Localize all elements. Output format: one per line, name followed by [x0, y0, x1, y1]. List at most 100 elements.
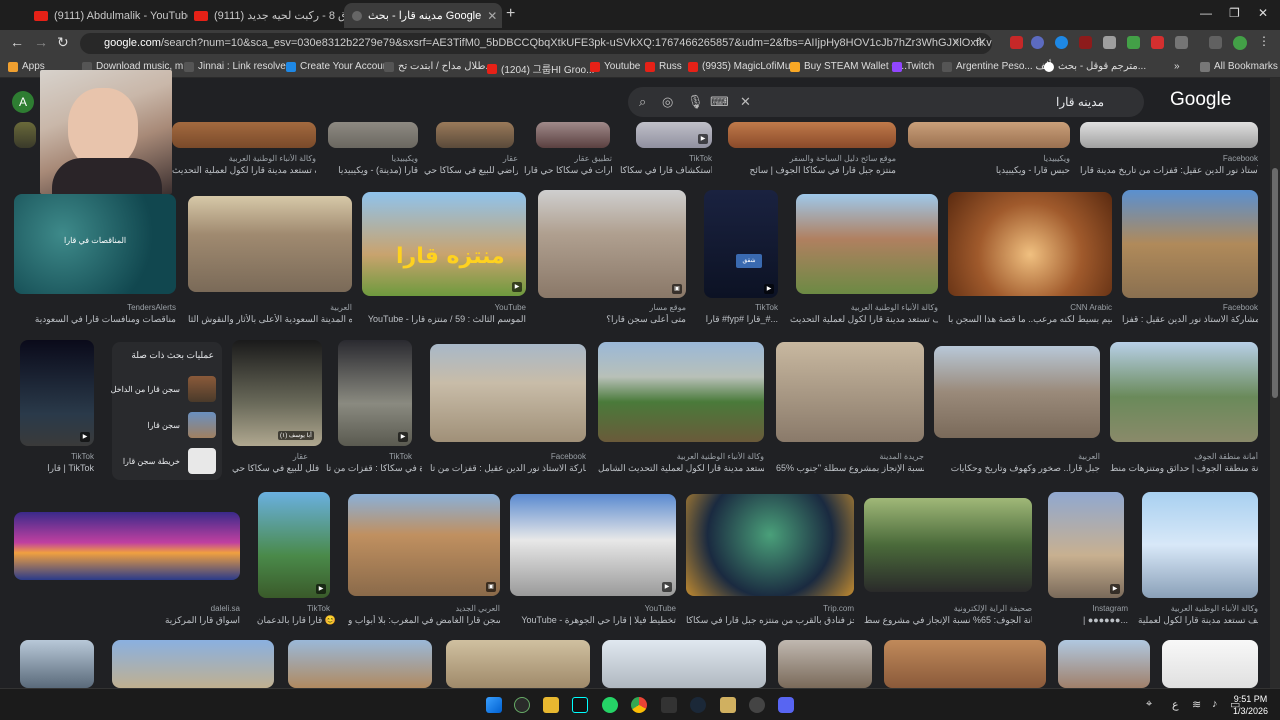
- result-title[interactable]: منتزه جبل قارا في سكاكا الجوف | سائح: [728, 165, 896, 176]
- scrollbar-thumb[interactable]: [1272, 168, 1278, 398]
- result-title[interactable]: أمانة الجوف: 65% نسبة الإنجاز في مشروع س…: [864, 615, 1032, 626]
- image-result[interactable]: ▶: [1048, 492, 1124, 598]
- related-search-item[interactable]: سجن قارا من الداخل: [111, 376, 216, 402]
- result-title[interactable]: قارا | TikTok: [14, 463, 94, 474]
- microphone-icon[interactable]: 🎙: [687, 94, 704, 110]
- image-result[interactable]: [1080, 122, 1258, 148]
- result-title[interactable]: استكشاف قارا في سكاكا ...: [620, 165, 712, 176]
- image-result[interactable]: [536, 122, 610, 148]
- tab-google-search[interactable]: مدينه قارا - بحث Google ✕: [344, 3, 502, 28]
- image-result[interactable]: شقق ▶: [704, 190, 778, 298]
- all-bookmarks[interactable]: All Bookmarks: [1200, 61, 1278, 72]
- image-result[interactable]: [884, 640, 1046, 688]
- result-title[interactable]: قارا #fyp# قارا_#...: [700, 314, 778, 325]
- related-search-item[interactable]: سجن قارا: [118, 412, 216, 438]
- image-result[interactable]: [602, 640, 766, 688]
- search-icon[interactable]: ⌕: [639, 94, 646, 110]
- image-result[interactable]: ▣: [348, 494, 500, 596]
- image-result[interactable]: المناقصات في قارا: [14, 194, 176, 294]
- bookmark-item[interactable]: Twitch: [892, 61, 934, 72]
- bookmark-item[interactable]: Argentine Peso... ألف: [942, 61, 1052, 72]
- image-result[interactable]: [686, 494, 854, 596]
- browser-menu-icon[interactable]: ⋮: [1258, 34, 1270, 48]
- terminal-icon[interactable]: [661, 697, 677, 713]
- tiktok-icon[interactable]: [572, 697, 588, 713]
- image-result[interactable]: [188, 196, 352, 292]
- image-result[interactable]: [778, 640, 872, 688]
- image-result[interactable]: [1058, 640, 1150, 688]
- image-result[interactable]: ▶: [258, 492, 330, 598]
- image-result[interactable]: ▣: [538, 190, 686, 298]
- result-title[interactable]: أمانة منطقة الجوف | حدائق ومتنزهات منط..…: [1110, 463, 1258, 474]
- result-title[interactable]: فلل للبيع في سكاكا حي ...: [232, 463, 322, 474]
- close-tab-icon[interactable]: ✕: [481, 9, 497, 23]
- image-result[interactable]: [864, 498, 1032, 592]
- google-logo[interactable]: Google: [1170, 89, 1231, 111]
- result-title[interactable]: سجن قارا الغامض في المغرب: بلا أبواب و..…: [348, 615, 500, 626]
- search-icon[interactable]: ⌕: [953, 34, 960, 49]
- image-result[interactable]: [112, 640, 274, 688]
- image-result[interactable]: [776, 342, 924, 442]
- result-title[interactable]: YouTube - الموسم الثالث : 59 / منتزه قار…: [362, 314, 526, 325]
- tab-youtube-abdulmalik[interactable]: (9111) Abdulmalik - YouTube ✕: [26, 3, 188, 28]
- bookmark-item[interactable]: Jinnai : Link resolver...: [184, 61, 297, 72]
- extension-icon[interactable]: [1103, 36, 1116, 49]
- image-result[interactable]: ▶: [338, 340, 412, 446]
- bookmark-item[interactable]: مترجم قوقل - بحث...: [1044, 61, 1146, 72]
- image-result[interactable]: [1110, 342, 1258, 442]
- url-input[interactable]: google.com/search?num=10&sca_esv=030e831…: [80, 33, 992, 54]
- result-title[interactable]: كيف تستعد مدينة قارا لكول لعملية التحديث…: [172, 165, 316, 176]
- wifi-icon[interactable]: ≋: [1192, 698, 1201, 711]
- result-title[interactable]: متى أعلى سجن قارا؟: [538, 314, 686, 325]
- app-icon[interactable]: [720, 697, 736, 713]
- page-scrollbar[interactable]: [1270, 78, 1280, 688]
- image-result[interactable]: [1162, 640, 1258, 688]
- bookmark-star-icon[interactable]: ☆: [974, 34, 986, 50]
- lens-icon[interactable]: ◎: [662, 94, 673, 110]
- extension-icon[interactable]: [1079, 36, 1092, 49]
- app-icon[interactable]: [514, 697, 530, 713]
- bookmark-item[interactable]: Youtube: [590, 61, 640, 72]
- image-result[interactable]: [14, 122, 36, 148]
- maximize-icon[interactable]: ❐: [1229, 6, 1240, 20]
- close-window-icon[interactable]: ✕: [1258, 6, 1268, 20]
- clear-icon[interactable]: ✕: [740, 94, 751, 110]
- system-clock[interactable]: 9:51 PM 1/3/2026: [1233, 693, 1268, 717]
- discord-icon[interactable]: [778, 697, 794, 713]
- image-result[interactable]: [796, 194, 938, 294]
- result-title[interactable]: الأستاذ نور الدين عقيل: قفزات من تاريخ م…: [1080, 165, 1258, 176]
- image-result[interactable]: [328, 122, 418, 148]
- location-icon[interactable]: ⌖: [1146, 698, 1152, 711]
- extension-icon[interactable]: [1151, 36, 1164, 49]
- image-result[interactable]: [1142, 492, 1258, 598]
- bookmark-item[interactable]: (9935) MagicLofiMu...: [688, 61, 799, 72]
- app-icon[interactable]: [749, 697, 765, 713]
- extension-icon[interactable]: [1031, 36, 1044, 49]
- image-result[interactable]: [908, 122, 1070, 148]
- result-title[interactable]: احجز فنادق بالقرب من منتزه جبل قارا في س…: [686, 615, 854, 626]
- image-result[interactable]: [446, 640, 590, 688]
- result-title[interactable]: هذه المدينة السعودية الأعلى بالأثار والن…: [188, 314, 352, 325]
- result-title[interactable]: مشاركة الاستاذ نور الدين عقيل : قفزات من…: [430, 463, 586, 474]
- result-title[interactable]: جبل قارا.. صخور وكهوف وتاريخ وحكايات: [934, 463, 1100, 474]
- image-result[interactable]: ▶: [510, 494, 676, 596]
- keyboard-icon[interactable]: ⌨: [710, 94, 729, 110]
- start-icon[interactable]: [486, 697, 502, 713]
- image-result[interactable]: [934, 346, 1100, 438]
- media-control-icon[interactable]: [1209, 36, 1222, 49]
- result-title[interactable]: مشاركة الاستاذ نور الدين عقيل : قفزا...: [1122, 314, 1258, 325]
- extensions-puzzle-icon[interactable]: [1175, 36, 1188, 49]
- file-explorer-icon[interactable]: [543, 697, 559, 713]
- image-result[interactable]: أبا يوسف (١): [232, 340, 322, 446]
- account-avatar[interactable]: A: [12, 91, 34, 113]
- image-result[interactable]: [430, 344, 586, 442]
- result-title[interactable]: مناقصات ومنافسات قارا في السعودية: [14, 314, 176, 325]
- image-result[interactable]: [948, 192, 1112, 296]
- image-result[interactable]: ▶: [636, 122, 712, 148]
- more-bookmarks-icon[interactable]: »: [1174, 61, 1180, 72]
- language-indicator[interactable]: ع: [1172, 698, 1179, 711]
- chrome-icon[interactable]: [631, 697, 647, 713]
- result-title[interactable]: حبس قارا - ويكيبيديا: [908, 165, 1070, 176]
- result-title[interactable]: | ●●●●●●...: [1048, 615, 1128, 625]
- back-icon[interactable]: ←: [10, 34, 24, 50]
